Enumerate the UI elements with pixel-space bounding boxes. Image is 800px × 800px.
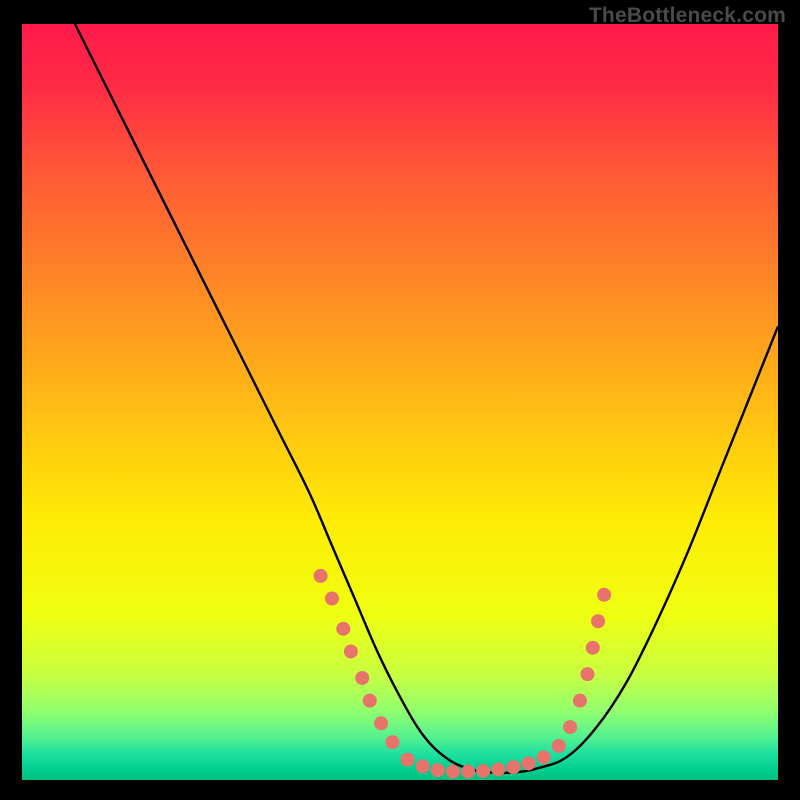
marker-dot [563, 720, 577, 734]
marker-dot [363, 694, 377, 708]
marker-dot [461, 765, 475, 779]
marker-dot [336, 622, 350, 636]
plot-area [22, 24, 778, 780]
marker-dot [401, 753, 415, 767]
marker-dot [476, 764, 490, 778]
marker-dot [416, 759, 430, 773]
marker-dot [446, 765, 460, 779]
marker-dot [573, 694, 587, 708]
marker-dot [431, 763, 445, 777]
marker-dot [344, 644, 358, 658]
marker-dot [491, 762, 505, 776]
chart-container: TheBottleneck.com [0, 0, 800, 800]
marker-dot [506, 760, 520, 774]
marker-dot [591, 614, 605, 628]
marker-dot [522, 756, 536, 770]
chart-svg [22, 24, 778, 780]
marker-dot [355, 671, 369, 685]
marker-dot [552, 739, 566, 753]
marker-dot [374, 716, 388, 730]
marker-dot [597, 588, 611, 602]
marker-dot [325, 592, 339, 606]
marker-dot [586, 641, 600, 655]
marker-dot [580, 667, 594, 681]
gradient-background [22, 24, 778, 780]
marker-dot [314, 569, 328, 583]
marker-dot [537, 750, 551, 764]
marker-dot [385, 735, 399, 749]
